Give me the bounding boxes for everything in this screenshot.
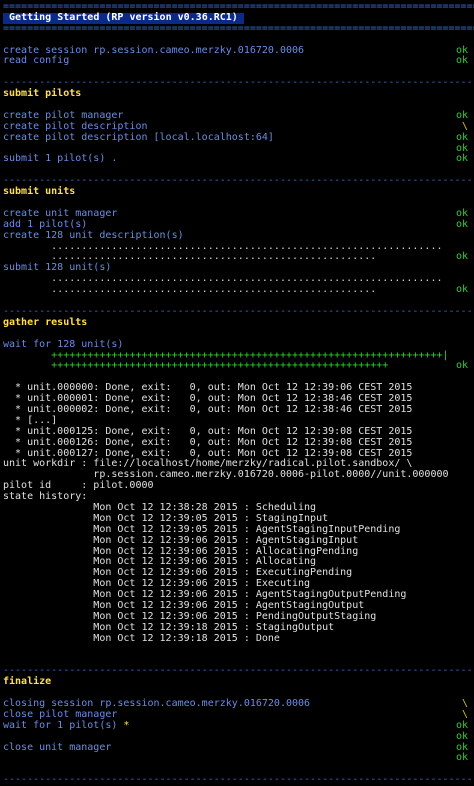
log-line: ........................................… [0, 284, 474, 296]
unit-results-list: * unit.000000: Done, exit: 0, out: Mon O… [0, 382, 474, 459]
status-ok: ok [455, 730, 468, 742]
log-line: create session rp.session.cameo.merzky.0… [0, 45, 474, 57]
log-message: read config [3, 55, 70, 67]
unit-result-row: * unit.000126: Done, exit: 0, out: Mon O… [0, 436, 474, 449]
log-text: Mon Oct 12 12:39:18 2015 : Done [3, 632, 280, 644]
section-header-submit-pilots: submit pilots [3, 88, 82, 100]
unit-result-row: * unit.000002: Done, exit: 0, out: Mon O… [0, 403, 474, 416]
log-message: submit 1 pilot(s) . [3, 153, 118, 165]
log-text: * unit.000125: Done, exit: 0, out: Mon O… [3, 425, 413, 437]
progress-section: ++++++++++++++++++++++++++++++++++++++++… [0, 350, 474, 373]
log-line: read config ok [0, 56, 474, 67]
log-message: create pilot description [local.localhos… [3, 131, 274, 143]
log-message: close unit manager [3, 741, 112, 753]
section-header-finalize: finalize [3, 676, 52, 688]
status-ok: ok [455, 153, 468, 165]
getting-started-section: create session rp.session.cameo.merzky.0… [0, 45, 474, 68]
log-message: ........................................… [3, 284, 377, 296]
log-line: create pilot description [local.localhos… [0, 131, 474, 144]
log-line: submit 1 pilot(s) . ok [0, 154, 474, 165]
log-message: ++++++++++++++++++++++++++++++++++++++++… [3, 360, 389, 372]
log-message-text: wait for 1 pilot(s) [3, 719, 124, 731]
log-text: Mon Oct 12 12:39:06 2015 : AgentStagingI… [3, 534, 359, 546]
log-message: wait for 1 pilot(s) * [3, 719, 130, 732]
log-line: ok [0, 753, 474, 764]
section-header-submit-units: submit units [3, 186, 76, 198]
log-line: ok [0, 730, 474, 743]
log-text: * unit.000126: Done, exit: 0, out: Mon O… [3, 436, 413, 448]
state-history-row: Mon Oct 12 12:39:05 2015 : AgentStagingI… [0, 524, 474, 536]
status-ok: ok [455, 55, 468, 67]
section-header-gather-results: gather results [3, 316, 88, 328]
wait-units-line: wait for 128 unit(s) [3, 338, 124, 350]
status-ok: ok [455, 752, 468, 764]
separator-line: ========================================… [3, 22, 474, 34]
unit-result-row: * unit.000125: Done, exit: 0, out: Mon O… [0, 425, 474, 438]
status-ok: ok [455, 218, 468, 230]
submit-units-section: create unit manager ok add 1 pilot(s) ok cre… [0, 208, 474, 296]
submit-pilots-section: create pilot manager ok create pilot descr… [0, 110, 474, 165]
log-message: create 128 unit description(s) [3, 229, 184, 241]
log-line: wait for 1 pilot(s) * ok [0, 719, 474, 732]
state-history-row: Mon Oct 12 12:39:06 2015 : AgentStagingI… [0, 534, 474, 547]
log-line: close unit manager ok [0, 741, 474, 754]
status-ok: ok [455, 251, 468, 263]
progress-line: ++++++++++++++++++++++++++++++++++++++++… [0, 360, 474, 372]
log-text: * unit.000002: Done, exit: 0, out: Mon O… [3, 403, 413, 415]
status-ok: ok [455, 360, 468, 372]
spinner-star: * [123, 719, 130, 731]
terminal-window[interactable]: ========================================… [0, 0, 474, 785]
separator-line: ----------------------------------------… [3, 665, 474, 677]
state-history-list: Mon Oct 12 12:38:28 2015 : Scheduling Mo… [0, 502, 474, 645]
status-ok: ok [455, 131, 468, 143]
status-ok: ok [455, 284, 468, 296]
state-history-row: Mon Oct 12 12:39:18 2015 : Done [0, 632, 474, 645]
log-line: create 128 unit description(s) [0, 229, 474, 242]
finalize-section: closing session rp.session.cameo.merzky.… [0, 698, 474, 764]
